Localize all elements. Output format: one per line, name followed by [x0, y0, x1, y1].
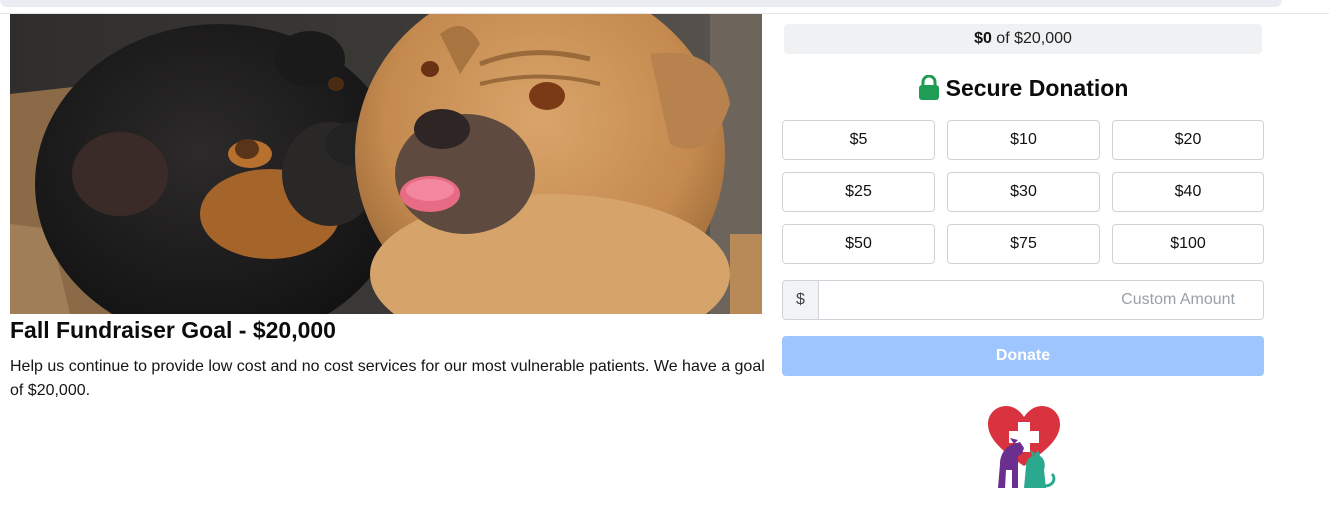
donate-button[interactable]: Donate: [782, 336, 1264, 376]
amount-button-20[interactable]: $20: [1112, 120, 1264, 160]
amount-button-25[interactable]: $25: [782, 172, 935, 212]
amount-button-50[interactable]: $50: [782, 224, 935, 264]
secure-donation-title: Secure Donation: [945, 74, 1129, 101]
dogs-image: [10, 14, 762, 314]
address-bar-strip: [0, 0, 1282, 7]
amount-options: $5 $10 $20 $25 $30 $40 $50 $75 $100: [782, 120, 1264, 264]
fundraiser-description: Help us continue to provide low cost and…: [10, 358, 765, 399]
currency-prefix: $: [783, 281, 819, 319]
fundraiser-photo: [10, 14, 762, 314]
goal-text: of $20,000: [991, 30, 1072, 47]
amount-button-100[interactable]: $100: [1112, 224, 1264, 264]
amount-raised: $0: [974, 30, 992, 47]
amount-button-75[interactable]: $75: [947, 224, 1100, 264]
secure-donation-heading: Secure Donation: [784, 72, 1262, 104]
custom-amount-group: $: [782, 280, 1264, 320]
fundraiser-title: Fall Fundraiser Goal - $20,000: [10, 317, 336, 343]
amount-button-10[interactable]: $10: [947, 120, 1100, 160]
amount-button-40[interactable]: $40: [1112, 172, 1264, 212]
custom-amount-input[interactable]: [819, 281, 1263, 319]
browser-top-bar: [0, 0, 1329, 14]
amount-button-5[interactable]: $5: [782, 120, 935, 160]
donation-progress: $0 of $20,000: [784, 24, 1262, 54]
amount-button-30[interactable]: $30: [947, 172, 1100, 212]
lock-icon: [918, 74, 940, 101]
heart-pets-logo-icon: [988, 406, 1060, 488]
clinic-logo: [984, 404, 1064, 492]
